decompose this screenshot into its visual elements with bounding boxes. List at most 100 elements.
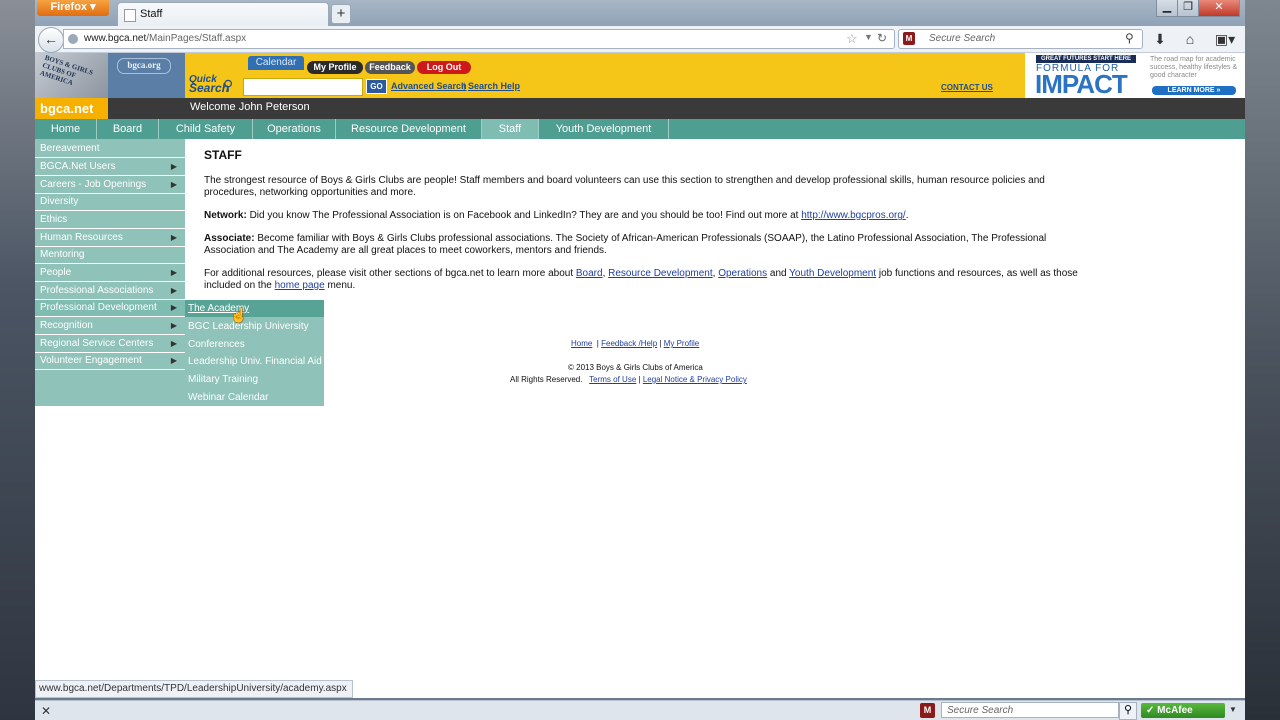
restore-button[interactable]: ❐ [1177,0,1199,17]
bottom-search-icon[interactable]: ⚲ [1119,702,1137,720]
submenu-conferences[interactable]: Conferences [185,336,324,353]
bgca-org-link[interactable]: bgca.org [117,58,171,74]
submenu-leadership-financial-aid[interactable]: Leadership Univ. Financial Aid [185,353,324,370]
nav-label: BGCA.Net Users [40,161,116,172]
nav-diversity[interactable]: Diversity [35,194,185,211]
url-domain: www.bgca.net [84,33,147,44]
new-tab-button[interactable]: + [331,4,351,24]
my-profile-tab[interactable]: My Profile [307,61,363,74]
submenu-bgc-leadership-university[interactable]: BGC Leadership University [185,318,324,335]
nav-bgca-net-users[interactable]: BGCA.Net Users ▶ [35,159,185,176]
menu-child-safety[interactable]: Child Safety [159,119,253,139]
learn-more-button[interactable]: LEARN MORE » [1152,86,1236,95]
mcafee-shield-icon[interactable]: M [903,32,915,45]
submenu-the-academy[interactable]: The Academy [185,300,324,317]
board-link[interactable]: Board [576,268,603,279]
bottom-search-input[interactable]: Secure Search [941,702,1119,718]
home-page-link[interactable]: home page [275,280,325,291]
site-identity-icon[interactable] [68,34,78,44]
nav-mentoring[interactable]: Mentoring [35,247,185,264]
minimize-button[interactable]: ▁ [1156,0,1178,17]
network-label: Network: [204,210,247,221]
intro-paragraph: The strongest resource of Boys & Girls C… [204,175,1045,198]
menu-board[interactable]: Board [97,119,159,139]
magnifier-icon: ⚲ [223,77,234,93]
search-icon[interactable]: ⚲ [1125,31,1134,45]
mcafee-label: McAfee [1157,705,1193,716]
home-icon[interactable]: ⌂ [1181,30,1199,48]
menu-youth-development[interactable]: Youth Development [539,119,669,139]
mcafee-dropdown-icon[interactable]: ▼ [1229,705,1237,714]
logo-text: BOYS & GIRLS CLUBS OF AMERICA [38,53,95,88]
nav-regional-service-centers[interactable]: Regional Service Centers ▶ [35,336,185,353]
nav-professional-development[interactable]: Professional Development ▶ [35,300,185,317]
youth-development-link[interactable]: Youth Development [789,268,876,279]
feedback-tab[interactable]: Feedback [365,61,415,74]
history-dropdown-icon[interactable]: ▼ [864,32,873,42]
menu-resource-development[interactable]: Resource Development [336,119,482,139]
footer-links: Home | Feedback /Help | My Profile [571,339,699,348]
bgca-logo[interactable]: BOYS & GIRLS CLUBS OF AMERICA [35,53,108,98]
menu-home[interactable]: Home [35,119,97,139]
quick-search-input[interactable] [243,78,363,96]
terms-link[interactable]: Terms of Use [589,375,636,384]
footer-profile-link[interactable]: My Profile [664,339,700,348]
period: . [905,210,909,221]
nav-professional-associations[interactable]: Professional Associations ▶ [35,283,185,300]
submenu-webinar-calendar[interactable]: Webinar Calendar [185,389,324,406]
nav-human-resources[interactable]: Human Resources ▶ [35,230,185,247]
go-button[interactable]: GO [366,79,387,94]
menu-staff[interactable]: Staff [482,119,539,139]
nav-people[interactable]: People ▶ [35,265,185,282]
mcafee-shield-icon[interactable]: M [920,703,935,718]
site-name-label[interactable]: bgca.net [35,98,108,119]
menu-operations[interactable]: Operations [253,119,336,139]
advanced-search-link[interactable]: Advanced Search [391,81,467,91]
close-addon-bar-icon[interactable]: ✕ [41,704,51,718]
rights-text: All Rights Reserved. [510,375,583,384]
submenu-military-training[interactable]: Military Training [185,371,324,388]
logout-tab[interactable]: Log Out [417,61,471,74]
link-separator: | [463,81,466,91]
nav-bereavement[interactable]: Bereavement [35,141,185,158]
bgcpros-link[interactable]: http://www.bgcpros.org/ [801,210,906,221]
desktop-left-edge [0,0,35,720]
nav-recognition[interactable]: Recognition ▶ [35,318,185,335]
operations-link[interactable]: Operations [718,268,767,279]
tab-title: Staff [140,8,163,20]
bookmarks-menu-icon[interactable]: ▣▾ [1212,30,1238,48]
footer-home-link[interactable]: Home [571,339,592,348]
nav-careers[interactable]: Careers - Job Openings ▶ [35,177,185,194]
firefox-menu-button[interactable]: Firefox ▾ [37,0,109,16]
additional-text-1: For additional resources, please visit o… [204,268,576,279]
nav-ethics[interactable]: Ethics [35,212,185,229]
footer-feedback-link[interactable]: Feedback /Help [601,339,657,348]
reload-icon[interactable]: ↻ [877,31,887,45]
and-text: and [767,268,790,279]
browser-tab-staff[interactable]: Staff [117,2,329,27]
footer-sep: | [596,339,599,348]
close-window-button[interactable]: ✕ [1198,0,1240,17]
browser-search-box[interactable]: M Secure Search ⚲ [898,29,1143,49]
nav-label: Careers - Job Openings [40,179,147,190]
nav-label: Mentoring [40,249,85,260]
nav-label: Recognition [40,320,93,331]
calendar-tab[interactable]: Calendar [248,56,304,70]
submenu-arrow-icon: ▶ [170,162,177,171]
mcafee-button[interactable]: ✓ McAfee [1141,703,1225,718]
bookmark-star-icon[interactable]: ☆ [846,31,858,47]
formula-for-impact-ad[interactable]: GREAT FUTURES START HERE FORMULA FOR IMP… [1025,53,1245,99]
contact-us-link[interactable]: CONTACT US [941,83,993,92]
nav-volunteer-engagement[interactable]: Volunteer Engagement ▶ [35,353,185,370]
search-help-link[interactable]: Search Help [468,81,520,91]
legal-link[interactable]: Legal Notice & Privacy Policy [643,375,747,384]
footer-sep: | [638,375,641,384]
back-arrow-icon[interactable]: ← [38,27,64,53]
resource-development-link[interactable]: Resource Development [608,268,713,279]
address-bar[interactable]: www.bgca.net/MainPages/Staff.aspx ☆ ▼ ↻ [63,29,895,49]
url-path: /MainPages/Staff.aspx [146,33,247,44]
footer-copyright: © 2013 Boys & Girls Clubs of America [568,363,703,372]
download-icon[interactable]: ⬇ [1151,30,1169,48]
footer-sep: | [659,339,662,348]
associate-text: Become familiar with Boys & Girls Clubs … [204,233,1047,256]
